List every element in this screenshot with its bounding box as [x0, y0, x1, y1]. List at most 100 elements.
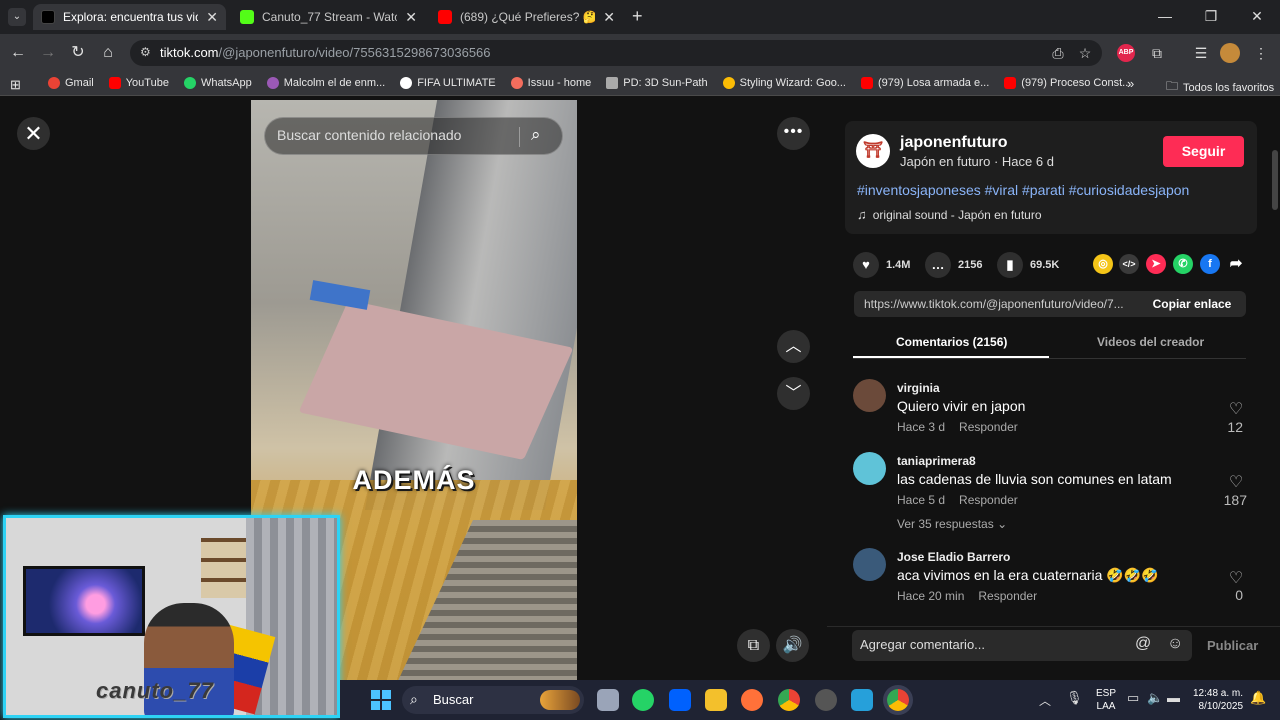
bookmark-fifa[interactable]: FIFA ULTIMATE: [400, 77, 496, 89]
comment-user[interactable]: Jose Eladio Barrero: [897, 550, 1010, 564]
heart-icon[interactable]: ♥: [853, 252, 879, 278]
comment-heart-icon[interactable]: ♡: [1221, 568, 1251, 588]
previous-video-button[interactable]: ︿: [777, 330, 810, 363]
search-icon[interactable]: ⌕: [531, 125, 541, 145]
tab-youtube[interactable]: (689) ¿Qué Prefieres? 🤔 👀 Situ ✕: [430, 4, 623, 30]
task-view-icon[interactable]: [597, 689, 619, 711]
post-sound[interactable]: ♫ original sound - Japón en futuro: [857, 207, 1042, 222]
tab-creator-videos[interactable]: Videos del creador: [1097, 335, 1204, 349]
battery-icon[interactable]: ▬: [1167, 690, 1180, 705]
minimize-button[interactable]: —: [1142, 0, 1188, 34]
comment-user[interactable]: virginia: [897, 381, 940, 395]
tab-search-button[interactable]: ⌄: [8, 8, 26, 26]
reply-button[interactable]: Responder: [978, 589, 1037, 603]
chrome-app-icon[interactable]: [778, 689, 800, 711]
dropbox-app-icon[interactable]: [669, 689, 691, 711]
share-arrow-icon[interactable]: ➦: [1226, 254, 1246, 274]
close-video-button[interactable]: ✕: [17, 117, 50, 150]
mention-icon[interactable]: @: [1135, 635, 1151, 653]
facebook-share-icon[interactable]: f: [1200, 254, 1220, 274]
address-bar[interactable]: tiktok.com/@japonenfuturo/video/75563152…: [130, 40, 1102, 66]
comment-icon[interactable]: …: [925, 252, 951, 278]
windows-start-icon[interactable]: [371, 690, 391, 710]
chrome-active-app-icon[interactable]: [887, 689, 909, 711]
bookmark-proceso[interactable]: (979) Proceso Const...: [1004, 77, 1131, 89]
media-control-icon[interactable]: ☰: [1190, 42, 1212, 64]
maximize-button[interactable]: ❐: [1188, 0, 1234, 34]
back-icon[interactable]: ←: [6, 41, 30, 65]
whatsapp-app-icon[interactable]: [632, 689, 654, 711]
save-stat[interactable]: ▮ 69.5K: [997, 252, 1059, 278]
embed-icon[interactable]: </>: [1119, 254, 1139, 274]
commenter-avatar[interactable]: [853, 379, 886, 412]
bookmark-styling-wizard[interactable]: Styling Wizard: Goo...: [722, 77, 846, 89]
apps-grid-icon[interactable]: ⊞: [10, 77, 21, 93]
forward-icon[interactable]: →: [36, 41, 60, 65]
more-options-button[interactable]: •••: [777, 117, 810, 150]
reply-button[interactable]: Responder: [959, 420, 1018, 434]
profile-avatar[interactable]: [1220, 43, 1240, 63]
sketchup-app-icon[interactable]: [851, 689, 873, 711]
bookmarks-overflow-button[interactable]: »: [1127, 76, 1134, 91]
picture-in-picture-icon[interactable]: ⧉: [737, 629, 770, 662]
adblock-icon[interactable]: ABP: [1117, 44, 1135, 62]
copy-link-button[interactable]: Copiar enlace: [1138, 291, 1246, 317]
bookmark-whatsapp[interactable]: WhatsApp: [183, 77, 252, 89]
taskbar-clock[interactable]: 12:48 a. m. 8/10/2025: [1193, 687, 1243, 713]
extensions-icon[interactable]: ⧉: [1146, 42, 1168, 64]
commenter-avatar[interactable]: [853, 548, 886, 581]
panel-scrollbar[interactable]: [1272, 150, 1278, 210]
site-info-icon[interactable]: ⚙: [140, 45, 151, 59]
all-bookmarks-folder[interactable]: 🗀 Todos los favoritos: [1166, 77, 1274, 98]
emoji-icon[interactable]: ☺: [1167, 635, 1183, 653]
notifications-icon[interactable]: 🔔: [1250, 690, 1266, 706]
home-icon[interactable]: ⌂: [96, 41, 120, 65]
commenter-avatar[interactable]: [853, 452, 886, 485]
whatsapp-share-icon[interactable]: ✆: [1173, 254, 1193, 274]
reload-icon[interactable]: ↻: [66, 41, 90, 65]
tray-overflow-icon[interactable]: ︿: [1039, 692, 1051, 709]
reply-button[interactable]: Responder: [959, 493, 1018, 507]
like-stat[interactable]: ♥ 1.4M: [853, 252, 910, 278]
tab-close-icon[interactable]: ✕: [206, 9, 218, 26]
bookmark-malcolm[interactable]: Malcolm el de enm...: [266, 77, 385, 89]
bookmark-losa[interactable]: (979) Losa armada e...: [860, 77, 989, 89]
speaker-icon[interactable]: 🔈: [1147, 690, 1163, 706]
follow-button[interactable]: Seguir: [1163, 136, 1244, 167]
tab-close-icon[interactable]: ✕: [603, 9, 615, 26]
bookmark-youtube[interactable]: YouTube: [108, 77, 169, 89]
comment-stat[interactable]: … 2156: [925, 252, 982, 278]
bookmark-gmail[interactable]: Gmail: [48, 77, 94, 89]
coin-share-icon[interactable]: ◎: [1093, 254, 1113, 274]
volume-icon[interactable]: 🔊: [776, 629, 809, 662]
obs-app-icon[interactable]: [815, 689, 837, 711]
video-link-text[interactable]: https://www.tiktok.com/@japonenfuturo/vi…: [864, 297, 1124, 311]
language-indicator[interactable]: ESP LAA: [1096, 687, 1116, 713]
bookmark-sunpath[interactable]: PD: 3D Sun-Path: [606, 77, 708, 89]
comment-input[interactable]: [860, 637, 1130, 652]
firefox-app-icon[interactable]: [741, 689, 763, 711]
tab-tiktok[interactable]: Explora: encuentra tus videos ✕: [33, 4, 226, 30]
install-app-icon[interactable]: ⎙: [1047, 42, 1069, 64]
new-tab-button[interactable]: +: [632, 6, 643, 27]
bookmark-issuu[interactable]: Issuu - home: [510, 77, 591, 89]
tab-comments[interactable]: Comentarios (2156): [896, 335, 1007, 349]
taskbar-search[interactable]: ⌕ Buscar: [402, 686, 584, 714]
related-search-input[interactable]: [277, 127, 517, 143]
send-icon[interactable]: ➤: [1146, 254, 1166, 274]
close-window-button[interactable]: ✕: [1234, 0, 1280, 34]
file-explorer-icon[interactable]: [705, 689, 727, 711]
comment-heart-icon[interactable]: ♡: [1221, 472, 1251, 492]
post-hashtags[interactable]: #inventosjaponeses #viral #parati #curio…: [857, 182, 1189, 198]
next-video-button[interactable]: ﹀: [777, 377, 810, 410]
tab-kick[interactable]: Canuto_77 Stream - Watch Live ✕: [232, 4, 425, 30]
publish-button[interactable]: Publicar: [1207, 638, 1258, 653]
related-search-box[interactable]: ⌕: [264, 117, 563, 155]
bookmark-star-icon[interactable]: ☆: [1074, 42, 1096, 64]
tab-close-icon[interactable]: ✕: [405, 9, 417, 26]
view-replies-button[interactable]: Ver 35 respuestas ⌄: [897, 517, 1007, 531]
comment-heart-icon[interactable]: ♡: [1221, 399, 1251, 419]
network-icon[interactable]: ▭: [1127, 690, 1139, 706]
bookmark-icon[interactable]: ▮: [997, 252, 1023, 278]
comment-user[interactable]: taniaprimera8: [897, 454, 976, 468]
